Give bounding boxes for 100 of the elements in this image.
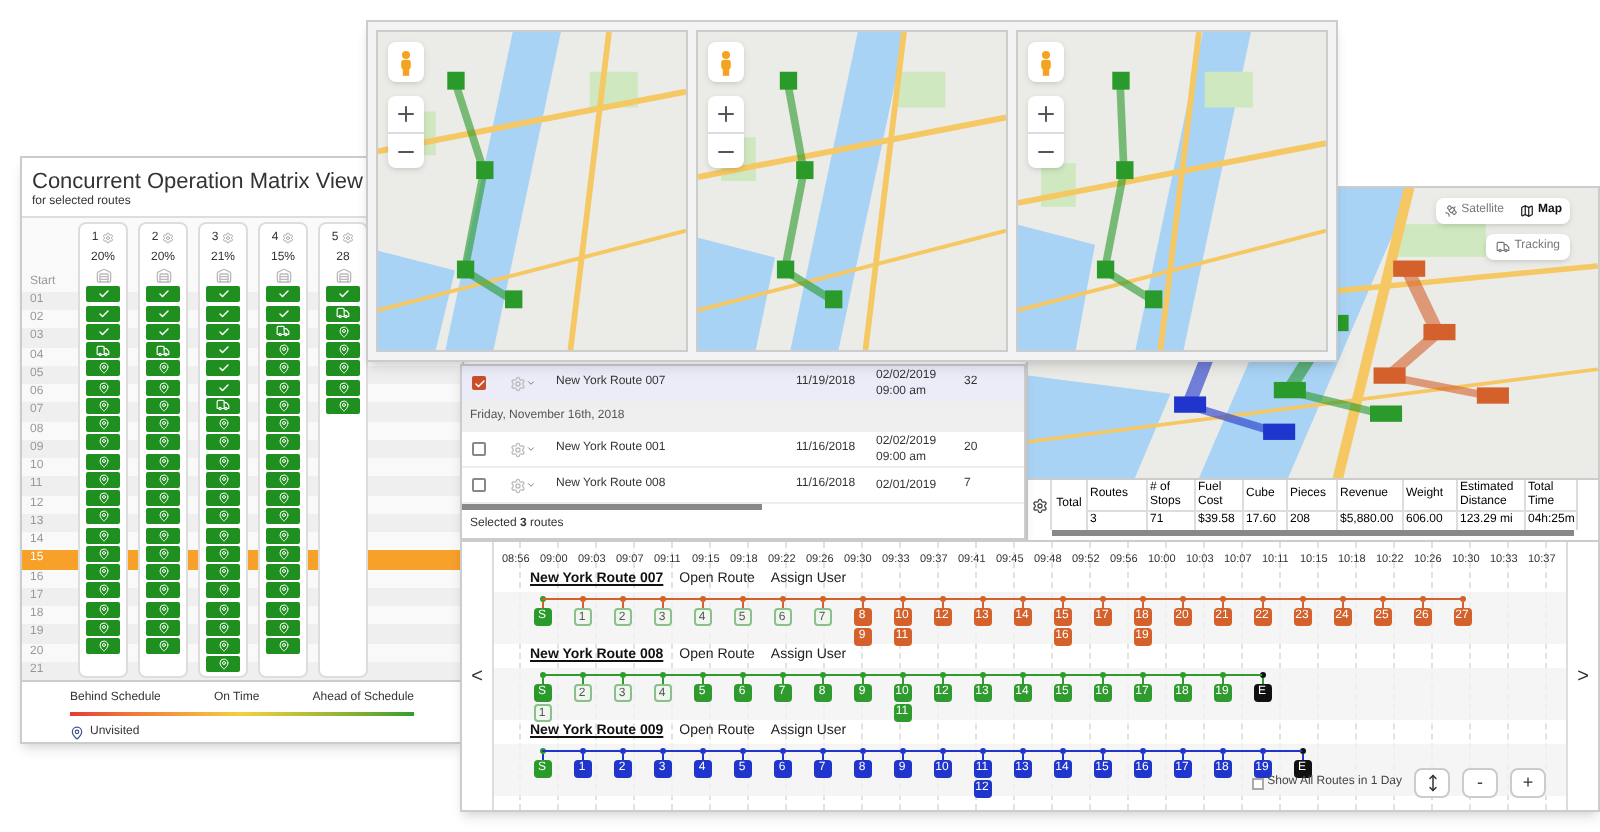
stop-cell[interactable]: [86, 527, 120, 544]
stop-cell[interactable]: [266, 619, 300, 636]
stop-cell[interactable]: [86, 638, 120, 655]
zoom-button[interactable]: -: [1462, 768, 1498, 798]
stop-cell[interactable]: [86, 416, 120, 433]
stop-cell[interactable]: [146, 545, 180, 562]
stop-cell[interactable]: [146, 360, 180, 377]
stop-cell[interactable]: [206, 656, 240, 673]
stop-cell[interactable]: [86, 360, 120, 377]
stop-cell[interactable]: [86, 582, 120, 599]
stop-cell[interactable]: [86, 545, 120, 562]
stop-cell[interactable]: [146, 434, 180, 451]
stop-cell[interactable]: [206, 397, 240, 414]
stop-cell[interactable]: [326, 379, 360, 396]
stop-cell[interactable]: [146, 471, 180, 488]
stop-cell[interactable]: [266, 323, 300, 340]
stop-cell[interactable]: [86, 342, 120, 359]
stop-cell[interactable]: [206, 416, 240, 433]
stop-cell[interactable]: [86, 508, 120, 525]
stop-cell[interactable]: [86, 471, 120, 488]
stop-cell[interactable]: [266, 416, 300, 433]
stop-cell[interactable]: [86, 601, 120, 618]
pin-icon: [277, 603, 289, 616]
stop-cell[interactable]: [86, 286, 120, 303]
stop-cell[interactable]: [86, 453, 120, 470]
stop-cell[interactable]: [326, 397, 360, 414]
stop-cell[interactable]: [86, 564, 120, 581]
pin-icon: [157, 584, 169, 597]
stop-cell[interactable]: [326, 342, 360, 359]
stop-cell[interactable]: [266, 397, 300, 414]
stop-cell[interactable]: [266, 508, 300, 525]
stop-cell[interactable]: [266, 527, 300, 544]
stop-cell[interactable]: [146, 508, 180, 525]
previous-button[interactable]: <: [462, 542, 492, 810]
stop-cell[interactable]: [206, 619, 240, 636]
stop-cell[interactable]: [146, 619, 180, 636]
stop-cell[interactable]: [326, 323, 360, 340]
stop-cell[interactable]: [86, 619, 120, 636]
checkbox[interactable]: [472, 478, 486, 492]
stop-cell[interactable]: [326, 305, 360, 322]
stop-cell[interactable]: [146, 601, 180, 618]
stop-cell[interactable]: [146, 286, 180, 303]
stop-cell[interactable]: [206, 434, 240, 451]
stop-cell[interactable]: [86, 323, 120, 340]
stop-cell[interactable]: [266, 490, 300, 507]
stop-cell[interactable]: [266, 601, 300, 618]
stop-cell[interactable]: [266, 379, 300, 396]
stop-cell[interactable]: [206, 453, 240, 470]
stop-cell[interactable]: [146, 453, 180, 470]
stop-cell[interactable]: [266, 360, 300, 377]
stop-cell[interactable]: [206, 360, 240, 377]
stop-cell[interactable]: [326, 286, 360, 303]
stop-cell[interactable]: [146, 582, 180, 599]
stop-cell[interactable]: [266, 564, 300, 581]
stop-cell[interactable]: [206, 471, 240, 488]
stop-cell[interactable]: [146, 416, 180, 433]
stop-cell[interactable]: [266, 471, 300, 488]
stop-cell[interactable]: [86, 379, 120, 396]
stop-cell[interactable]: [86, 305, 120, 322]
stop-cell[interactable]: [206, 286, 240, 303]
stop-cell[interactable]: [206, 638, 240, 655]
stop-cell[interactable]: [146, 305, 180, 322]
checkbox[interactable]: [472, 442, 486, 456]
stop-cell[interactable]: [206, 564, 240, 581]
stop-cell[interactable]: [146, 564, 180, 581]
expand-button[interactable]: [1414, 768, 1450, 798]
stop-cell[interactable]: [146, 490, 180, 507]
window-title: Concurrent Operation Matrix View: [32, 170, 365, 194]
stop-cell[interactable]: [266, 434, 300, 451]
stop-cell[interactable]: [86, 434, 120, 451]
stop-cell[interactable]: [206, 379, 240, 396]
stop-cell[interactable]: [266, 545, 300, 562]
stop-cell[interactable]: [146, 397, 180, 414]
stop-cell[interactable]: [266, 582, 300, 599]
stop-cell[interactable]: [206, 508, 240, 525]
stop-cell[interactable]: [146, 342, 180, 359]
stop-cell[interactable]: [266, 638, 300, 655]
stop-cell[interactable]: [86, 397, 120, 414]
stop-cell[interactable]: [326, 360, 360, 377]
stop-cell[interactable]: [206, 527, 240, 544]
pin-icon: [337, 344, 349, 357]
stop-cell[interactable]: [266, 286, 300, 303]
stop-cell[interactable]: [206, 342, 240, 359]
stop-cell[interactable]: [206, 323, 240, 340]
stop-cell[interactable]: [86, 490, 120, 507]
stop-cell[interactable]: [266, 342, 300, 359]
stop-cell[interactable]: [206, 601, 240, 618]
next-button[interactable]: >: [1568, 542, 1598, 810]
stop-cell[interactable]: [146, 323, 180, 340]
stop-cell[interactable]: [266, 453, 300, 470]
stop-cell[interactable]: [206, 490, 240, 507]
settings-icon[interactable]: [1031, 497, 1047, 513]
stop-cell[interactable]: [146, 638, 180, 655]
stop-cell[interactable]: [206, 545, 240, 562]
zoom-button[interactable]: +: [1510, 768, 1546, 798]
stop-cell[interactable]: [206, 305, 240, 322]
stop-cell[interactable]: [206, 582, 240, 599]
stop-cell[interactable]: [266, 305, 300, 322]
stop-cell[interactable]: [146, 527, 180, 544]
stop-cell[interactable]: [146, 379, 180, 396]
